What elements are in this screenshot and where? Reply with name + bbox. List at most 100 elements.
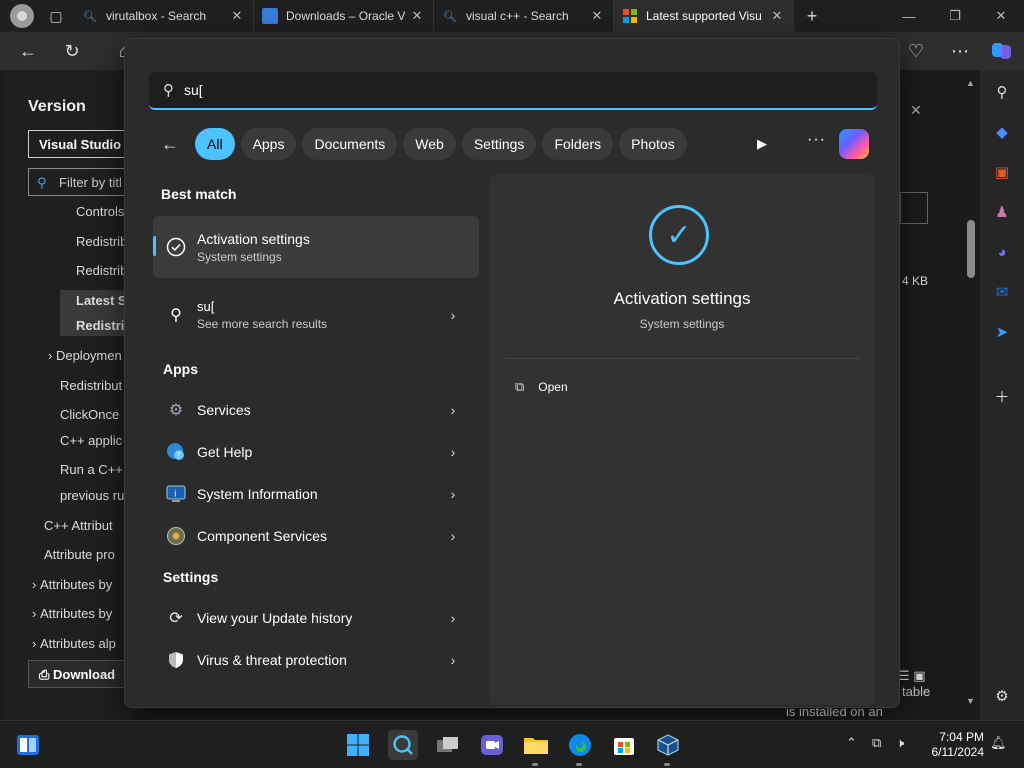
filter-all[interactable]: All — [195, 128, 235, 160]
download-pdf-button[interactable]: ⎙ Download — [28, 660, 138, 688]
search-box[interactable]: ⚲ — [149, 72, 877, 110]
chevron-right-icon[interactable]: › — [443, 528, 463, 544]
page-scrollbar[interactable]: ▲ ▼ — [966, 78, 976, 718]
notifications-bell-icon[interactable]: 🔔︎ — [990, 735, 1007, 751]
back-icon[interactable]: ← — [14, 38, 42, 64]
app-result-services[interactable]: ⚙ Services › — [153, 390, 479, 430]
toc-item[interactable]: C++ applic — [60, 433, 122, 448]
filter-input[interactable]: ⚲ Filter by titl — [28, 168, 138, 196]
copilot-icon[interactable] — [839, 129, 869, 159]
restore-icon[interactable]: ❐ — [932, 0, 978, 32]
settings-result-update-history[interactable]: ⟳ View your Update history › — [153, 598, 479, 638]
tab-actions-icon[interactable]: ▢ — [42, 4, 70, 28]
toc-item[interactable]: C++ Attribut — [44, 518, 113, 533]
chevron-right-icon[interactable]: › — [443, 307, 463, 323]
shopping-icon[interactable]: ◆ — [992, 122, 1012, 142]
version-select[interactable]: Visual Studio — [28, 130, 138, 158]
filter-settings[interactable]: Settings — [461, 128, 537, 160]
microsoft-store-icon[interactable] — [610, 731, 638, 759]
edge-browser-icon[interactable] — [566, 731, 594, 759]
close-window-icon[interactable]: ✕ — [978, 0, 1024, 32]
teams-meet-icon[interactable] — [478, 731, 506, 759]
shield-icon — [163, 649, 189, 671]
settings-gear-icon[interactable]: ⚙ — [992, 686, 1012, 706]
app-result-component-services[interactable]: Component Services › — [153, 516, 479, 556]
add-icon[interactable]: ＋ — [992, 386, 1012, 406]
app-result-get-help[interactable]: ? Get Help › — [153, 432, 479, 472]
new-tab-button[interactable]: + — [794, 6, 830, 27]
toc-item[interactable]: › Deploymen — [48, 348, 122, 363]
back-arrow-icon[interactable]: ← — [161, 134, 187, 155]
page-input-box[interactable] — [900, 192, 928, 224]
close-tab-icon[interactable]: ✕ — [589, 8, 605, 24]
toc-item[interactable]: Controls — [76, 204, 124, 219]
task-view-icon[interactable] — [434, 731, 462, 759]
profile-avatar[interactable] — [10, 4, 34, 28]
browser-tab-4[interactable]: Latest supported Visu ✕ — [614, 0, 794, 32]
web-search-result[interactable]: ⚲ su[ See more search results › — [153, 295, 479, 335]
toc-item[interactable]: Redistrib — [76, 263, 127, 278]
close-tab-icon[interactable]: ✕ — [229, 8, 245, 24]
system-clock[interactable]: 7:04 PM 6/11/2024 — [920, 730, 985, 760]
widgets-icon[interactable] — [14, 731, 42, 759]
close-tab-icon[interactable]: ✕ — [769, 8, 785, 24]
filter-documents[interactable]: Documents — [302, 128, 398, 160]
minimize-icon[interactable]: — — [886, 0, 932, 32]
chevron-right-icon[interactable]: › — [443, 444, 463, 460]
toc-item[interactable]: › Attributes by — [32, 606, 112, 621]
filter-apps[interactable]: Apps — [240, 128, 297, 160]
telegram-icon[interactable]: ➤ — [992, 322, 1012, 342]
toc-item[interactable]: › Attributes alp — [32, 636, 116, 651]
chevron-right-icon[interactable]: › — [443, 652, 463, 668]
more-options-icon[interactable]: ··· — [807, 131, 826, 149]
more-options-icon[interactable]: ⋯ — [946, 38, 974, 64]
app-result-system-information[interactable]: i System Information › — [153, 474, 479, 514]
play-icon[interactable]: ▶ — [757, 136, 767, 152]
file-explorer-icon[interactable] — [522, 731, 550, 759]
games-icon[interactable]: ♟ — [992, 202, 1012, 222]
chevron-right-icon[interactable]: › — [443, 486, 463, 502]
close-tab-icon[interactable]: ✕ — [409, 8, 425, 24]
volume-muted-icon[interactable]: 🕨︎ — [896, 735, 904, 751]
toc-item[interactable]: Attribute pro — [44, 547, 115, 562]
toc-item[interactable]: ClickOnce — [60, 407, 119, 422]
refresh-icon[interactable]: ↻ — [58, 38, 86, 64]
search-icon[interactable]: ⚲ — [992, 82, 1012, 102]
copilot-sidebar-icon[interactable]: ◕ — [992, 242, 1012, 262]
browser-tab-1[interactable]: 🔍︎ virutalbox - Search ✕ — [74, 0, 254, 32]
virtualbox-icon[interactable] — [654, 731, 682, 759]
search-taskbar-icon[interactable] — [388, 730, 418, 760]
page-close-icon[interactable]: ✕ — [910, 102, 922, 119]
toc-item[interactable]: Redistribut — [60, 378, 122, 393]
show-hidden-icons-chevron-icon[interactable]: ⌃ — [846, 735, 857, 751]
tools-icon[interactable]: ▣ — [992, 162, 1012, 182]
search-input[interactable] — [184, 82, 784, 98]
best-match-result[interactable]: Activation settings System settings — [153, 216, 479, 278]
network-icon[interactable]: ⧉ — [872, 735, 881, 751]
filter-photos[interactable]: Photos — [619, 128, 687, 160]
chevron-right-icon[interactable]: › — [443, 610, 463, 626]
toc-item[interactable]: previous ru — [60, 488, 124, 503]
filter-folders[interactable]: Folders — [542, 128, 614, 160]
open-action[interactable]: ⧉ Open — [515, 379, 568, 395]
oracle-icon — [262, 8, 278, 24]
result-subtitle: See more search results — [197, 317, 328, 331]
settings-result-virus-protection[interactable]: Virus & threat protection › — [153, 640, 479, 680]
windows-start-icon[interactable] — [344, 731, 372, 759]
scroll-up-icon[interactable]: ▲ — [966, 78, 975, 88]
toc-item[interactable]: Run a C++ — [60, 462, 123, 477]
toc-item[interactable]: › Attributes by — [32, 577, 112, 592]
view-toggle-icons[interactable]: ☰ ▣ — [898, 668, 926, 684]
toc-item[interactable]: Redistrib — [76, 234, 127, 249]
browser-tab-3[interactable]: 🔍︎ visual c++ - Search ✕ — [434, 0, 614, 32]
browser-tab-2[interactable]: Downloads – Oracle V ✕ — [254, 0, 434, 32]
chevron-right-icon[interactable]: › — [443, 402, 463, 418]
browser-essentials-icon[interactable]: ♡ — [902, 38, 930, 64]
scrollbar-thumb[interactable] — [967, 220, 975, 278]
toc-item[interactable]: Latest S — [76, 293, 127, 308]
scroll-down-icon[interactable]: ▼ — [966, 696, 975, 706]
copilot-icon[interactable] — [988, 38, 1016, 64]
outlook-icon[interactable]: ✉ — [992, 282, 1012, 302]
chevron-right-icon: › — [32, 577, 40, 592]
filter-web[interactable]: Web — [403, 128, 456, 160]
